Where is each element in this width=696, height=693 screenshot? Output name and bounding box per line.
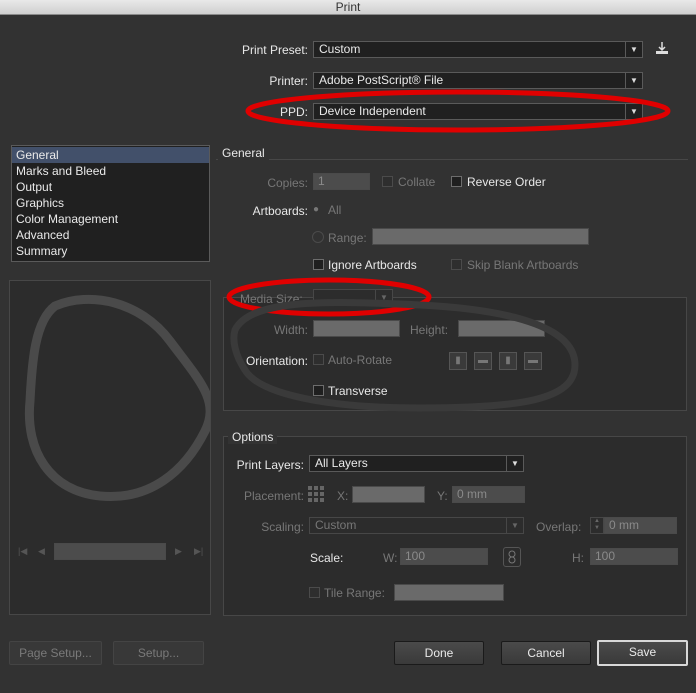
tile-range-input[interactable] xyxy=(394,584,504,601)
printer-label: Printer: xyxy=(269,74,308,88)
print-layers-select[interactable]: All Layers ▼ xyxy=(309,455,524,472)
print-layers-label: Print Layers: xyxy=(236,458,304,472)
copies-label: Copies: xyxy=(267,176,308,190)
sidebar-item-summary[interactable]: Summary xyxy=(12,243,209,259)
width-input[interactable] xyxy=(313,320,400,337)
done-button[interactable]: Done xyxy=(394,641,484,665)
width-label: Width: xyxy=(273,323,308,337)
ignore-artboards-label: Ignore Artboards xyxy=(328,258,417,272)
sidebar-item-color-management[interactable]: Color Management xyxy=(12,211,209,227)
orientation-label: Orientation: xyxy=(245,354,308,368)
scale-w-input[interactable]: 100 xyxy=(400,548,488,565)
reverse-order-label: Reverse Order xyxy=(467,175,546,189)
chevron-down-icon: ▼ xyxy=(375,290,392,305)
range-input[interactable] xyxy=(372,228,589,245)
scaling-select[interactable]: Custom ▼ xyxy=(309,517,524,534)
tile-range-label: Tile Range: xyxy=(324,586,385,600)
range-label: Range: xyxy=(328,231,367,245)
h-label: H: xyxy=(572,551,584,565)
setup-button[interactable]: Setup... xyxy=(113,641,204,665)
sidebar-item-general[interactable]: General xyxy=(12,147,209,163)
page-number-field[interactable] xyxy=(54,543,166,560)
artboards-label: Artboards: xyxy=(252,204,308,218)
transverse-label: Transverse xyxy=(328,384,388,398)
reverse-order-checkbox[interactable] xyxy=(451,176,462,187)
chevron-down-icon: ▼ xyxy=(625,73,642,88)
landscape-flipped-icon[interactable]: ▬ xyxy=(524,352,542,370)
print-preset-label: Print Preset: xyxy=(241,43,308,57)
y-input[interactable]: 0 mm xyxy=(452,486,525,503)
transverse-checkbox[interactable] xyxy=(313,385,324,396)
sidebar-item-marks-and-bleed[interactable]: Marks and Bleed xyxy=(12,163,209,179)
cancel-button[interactable]: Cancel xyxy=(501,641,591,665)
collate-checkbox[interactable] xyxy=(382,176,393,187)
placement-grid-icon[interactable] xyxy=(307,485,325,503)
overlap-label: Overlap: xyxy=(536,520,582,534)
print-preset-select[interactable]: Custom ▼ xyxy=(313,41,643,58)
category-list: General Marks and Bleed Output Graphics … xyxy=(11,145,210,262)
prev-page-icon[interactable]: ◀ xyxy=(38,546,45,557)
ppd-label: PPD: xyxy=(279,105,308,119)
sidebar-item-advanced[interactable]: Advanced xyxy=(12,227,209,243)
w-label: W: xyxy=(383,551,398,565)
height-input[interactable] xyxy=(458,320,545,337)
scaling-label: Scaling: xyxy=(261,520,304,534)
next-page-icon[interactable]: ▶ xyxy=(175,546,182,557)
overlap-stepper-icon[interactable]: ▲ ▼ xyxy=(590,517,604,534)
media-size-label: Media Size: xyxy=(240,292,303,306)
general-divider xyxy=(216,159,688,160)
auto-rotate-checkbox[interactable] xyxy=(313,354,324,365)
sidebar-item-output[interactable]: Output xyxy=(12,179,209,195)
chevron-down-icon: ▼ xyxy=(625,42,642,57)
y-label: Y: xyxy=(437,489,448,503)
auto-rotate-label: Auto-Rotate xyxy=(328,353,393,367)
skip-blank-checkbox[interactable] xyxy=(451,259,462,270)
printer-value: Adobe PostScript® File xyxy=(319,73,444,87)
overlap-input[interactable]: 0 mm xyxy=(604,517,677,534)
media-size-select[interactable]: ▼ xyxy=(313,289,393,306)
scaling-value: Custom xyxy=(315,518,357,532)
placement-label: Placement: xyxy=(243,489,304,503)
link-icon[interactable] xyxy=(503,547,521,567)
x-label: X: xyxy=(337,489,349,503)
chevron-down-icon: ▼ xyxy=(625,104,642,119)
save-button[interactable]: Save xyxy=(597,640,688,666)
scale-h-input[interactable]: 100 xyxy=(590,548,678,565)
chevron-down-icon: ▼ xyxy=(506,456,523,471)
title-bar: Print xyxy=(0,0,696,15)
print-layers-value: All Layers xyxy=(315,456,368,470)
page-setup-button[interactable]: Page Setup... xyxy=(9,641,102,665)
all-radio-label: All xyxy=(328,203,342,217)
printer-select[interactable]: Adobe PostScript® File ▼ xyxy=(313,72,643,89)
range-radio[interactable] xyxy=(312,231,324,243)
preview-sketch-annotation xyxy=(24,295,210,502)
portrait-flipped-icon[interactable]: ▮ xyxy=(499,352,517,370)
general-section-title: General xyxy=(218,146,269,160)
landscape-icon[interactable]: ▬ xyxy=(474,352,492,370)
print-preview: |◀ ◀ ▶ ▶| xyxy=(9,280,211,615)
save-preset-icon[interactable] xyxy=(654,40,670,56)
ignore-artboards-checkbox[interactable] xyxy=(313,259,324,270)
x-input[interactable] xyxy=(352,486,425,503)
tile-range-checkbox[interactable] xyxy=(309,587,320,598)
print-preset-value: Custom xyxy=(319,42,361,56)
options-section-title: Options xyxy=(228,430,278,444)
skip-blank-label: Skip Blank Artboards xyxy=(467,258,579,272)
all-radio[interactable]: ● xyxy=(313,204,319,215)
copies-input[interactable]: 1 xyxy=(313,173,370,190)
portrait-icon[interactable]: ▮ xyxy=(449,352,467,370)
collate-label: Collate xyxy=(398,175,436,189)
last-page-icon[interactable]: ▶| xyxy=(194,546,203,557)
ppd-select[interactable]: Device Independent ▼ xyxy=(313,103,643,120)
first-page-icon[interactable]: |◀ xyxy=(18,546,27,557)
window-title: Print xyxy=(335,0,361,14)
sidebar-item-graphics[interactable]: Graphics xyxy=(12,195,209,211)
height-label: Height: xyxy=(410,323,449,337)
scale-label: Scale: xyxy=(310,551,344,565)
chevron-down-icon: ▼ xyxy=(506,518,523,533)
ppd-value: Device Independent xyxy=(319,104,426,118)
